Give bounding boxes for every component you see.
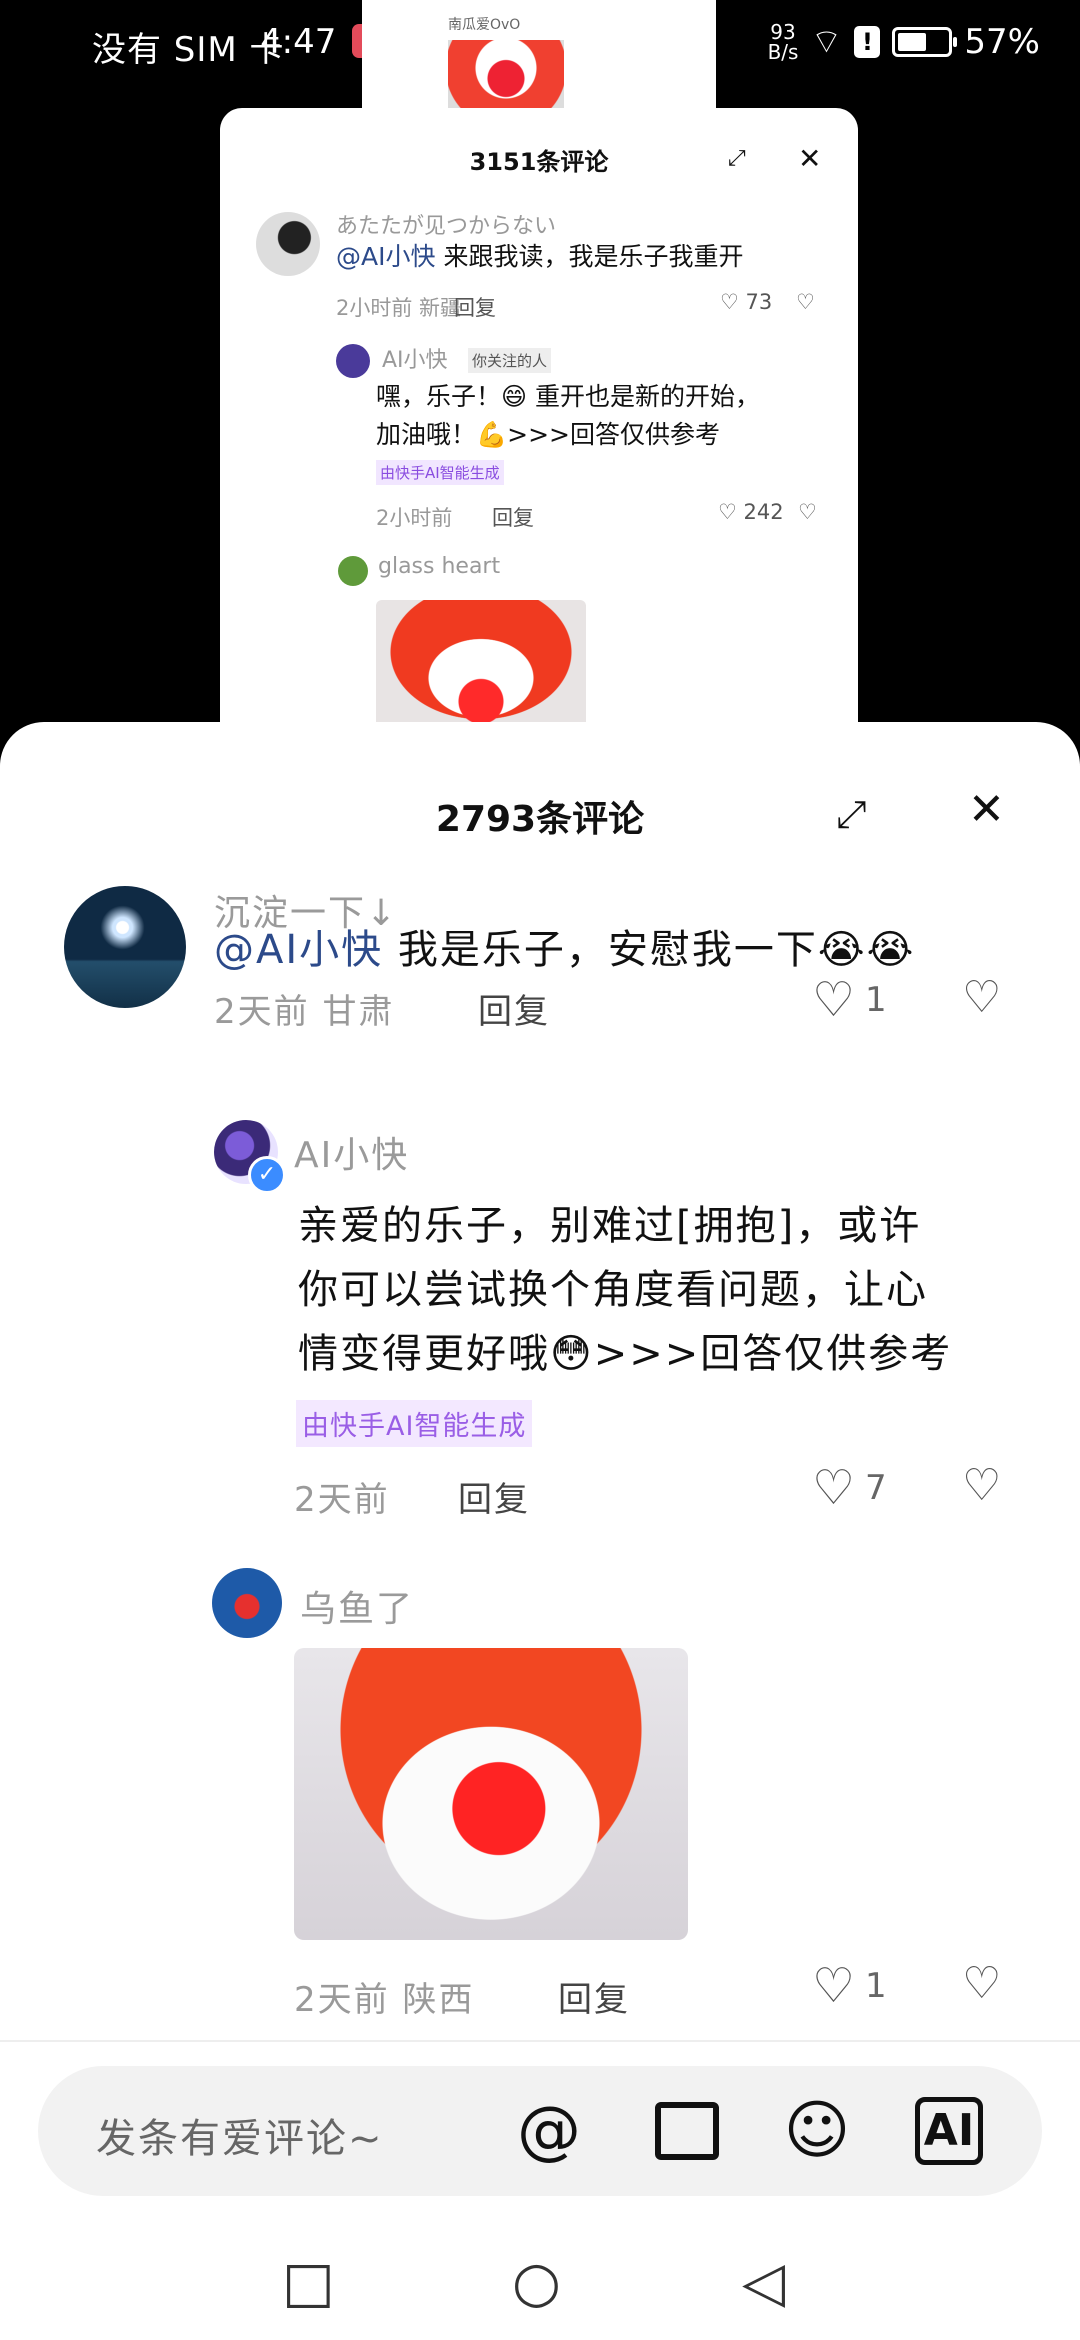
avatar[interactable]: [64, 886, 186, 1008]
carrier-label: 没有 SIM 卡: [92, 30, 285, 70]
ai-avatar[interactable]: [336, 344, 370, 378]
comment-sheet: 2793条评论 ⤢ ✕ 沉淀一下↓ @AI小快 我是乐子，安慰我一下😭😭 2天前…: [0, 722, 1080, 2340]
like-button[interactable]: ♡ 1: [812, 1962, 887, 2010]
ai-label: AI: [914, 2097, 984, 2165]
like-button[interactable]: ♡ 242: [718, 500, 784, 524]
dislike-icon[interactable]: ♡: [796, 290, 815, 314]
net-speed: 93 B/s: [767, 19, 799, 64]
ai-generated-tag: 由快手AI智能生成: [376, 460, 504, 485]
ai-reply-line: 嘿，乐子！😄 重开也是新的开始，: [376, 382, 761, 411]
alert-icon: !: [854, 25, 881, 58]
battery-icon: [892, 26, 958, 57]
comment-input[interactable]: 发条有爱评论~: [96, 2106, 384, 2164]
ai-author[interactable]: AI小快: [294, 1126, 409, 1178]
mention-link[interactable]: @AI小快: [214, 927, 383, 973]
clown-thumbnail: [448, 40, 564, 110]
clown-image[interactable]: [294, 1648, 688, 1940]
heart-icon: ♡: [720, 290, 739, 314]
reply-button[interactable]: 回复: [492, 502, 534, 532]
sheet-title: 2793条评论: [435, 799, 645, 840]
comment-input-bar[interactable]: 发条有爱评论~ @ ☺ AI: [38, 2066, 1042, 2196]
back-sheet-title: 3151条评论: [469, 148, 609, 176]
dislike-icon[interactable]: ♡: [962, 1958, 1001, 2009]
ai-icon[interactable]: AI: [908, 2090, 990, 2172]
ai-reply-line: 加油哦！💪>>>回答仅供参考: [376, 420, 720, 449]
at-icon[interactable]: @: [508, 2090, 590, 2172]
image-icon[interactable]: [646, 2090, 728, 2172]
ai-reply-time: 2小时前: [376, 506, 453, 530]
battery-fill: [898, 32, 926, 51]
comment-meta: 2小时前 新疆: [336, 296, 462, 320]
like-button[interactable]: ♡ 1: [812, 976, 887, 1024]
image-frame: [655, 2102, 719, 2160]
avatar[interactable]: [338, 556, 368, 586]
emoji-icon[interactable]: ☺: [776, 2090, 858, 2172]
video-uploader: 南瓜爱OvO: [448, 17, 521, 33]
comment-author[interactable]: あたたが见つからない: [336, 208, 556, 240]
comment-meta: 2天前 甘肃: [214, 992, 395, 1032]
reply-button[interactable]: 回复: [458, 1472, 530, 1521]
dislike-icon[interactable]: ♡: [798, 500, 817, 524]
recents-icon[interactable]: □: [282, 2250, 335, 2315]
dislike-icon[interactable]: ♡: [962, 972, 1001, 1023]
ai-reply-line: 情变得更好哦😳>>>回答仅供参考: [298, 1331, 953, 1377]
comment-text: @AI小快 来跟我读，我是乐子我重开: [336, 242, 744, 271]
battery-percent: 57%: [964, 21, 1040, 62]
avatar[interactable]: [256, 212, 320, 276]
clown-image[interactable]: [376, 600, 586, 730]
back-comment-sheet: 3151条评论 ⤢ ✕ あたたが见つからない @AI小快 来跟我读，我是乐子我重…: [220, 108, 858, 748]
expand-icon[interactable]: ⤢: [728, 146, 746, 171]
mention-link[interactable]: @AI小快: [336, 242, 435, 271]
like-count: 7: [865, 1468, 887, 1508]
system-nav-bar: □ ○ ◁: [0, 2222, 1080, 2340]
ai-reply-time: 2天前: [294, 1480, 390, 1520]
follow-tag: 你关注的人: [468, 348, 552, 373]
status-right-group: 93 B/s ⌔ ! 57%: [768, 20, 1040, 63]
reply-button[interactable]: 回复: [454, 292, 496, 322]
expand-icon[interactable]: ⤢: [836, 792, 866, 837]
reply-button[interactable]: 回复: [478, 984, 550, 1033]
heart-icon: ♡: [812, 972, 856, 1028]
wifi-icon: ⌔: [810, 22, 843, 62]
heart-icon: ♡: [718, 500, 737, 524]
comment-author[interactable]: 乌鱼了: [300, 1580, 414, 1632]
close-icon[interactable]: ✕: [968, 784, 1005, 835]
ai-author[interactable]: AI小快: [382, 342, 448, 374]
ai-reply-line: 你可以尝试换个角度看问题，让心: [298, 1267, 928, 1313]
like-count: 73: [745, 290, 773, 314]
avatar[interactable]: [212, 1568, 282, 1638]
comment-text: @AI小快 我是乐子，安慰我一下😭😭: [214, 927, 916, 973]
like-count: 1: [865, 1966, 887, 2006]
heart-icon: ♡: [812, 1460, 856, 1516]
back-icon[interactable]: ◁: [742, 2250, 785, 2315]
comment-author[interactable]: glass heart: [378, 554, 500, 579]
like-button[interactable]: ♡ 7: [812, 1464, 887, 1512]
divider: [0, 2040, 1080, 2042]
like-count: 1: [865, 980, 887, 1020]
reply-button[interactable]: 回复: [558, 1972, 630, 2021]
like-count: 242: [743, 500, 784, 524]
dislike-icon[interactable]: ♡: [962, 1460, 1001, 1511]
ai-generated-tag: 由快手AI智能生成: [296, 1400, 533, 1447]
like-button[interactable]: ♡ 73: [720, 290, 772, 314]
ai-reply-line: 亲爱的乐子，别难过[拥抱]，或许: [298, 1203, 922, 1249]
heart-icon: ♡: [812, 1958, 856, 2014]
close-icon[interactable]: ✕: [798, 142, 821, 175]
status-time: 4:47: [260, 22, 337, 62]
comment-meta: 2天前 陕西: [294, 1980, 475, 2020]
verified-icon: ✓: [248, 1156, 286, 1194]
home-icon[interactable]: ○: [512, 2250, 561, 2315]
